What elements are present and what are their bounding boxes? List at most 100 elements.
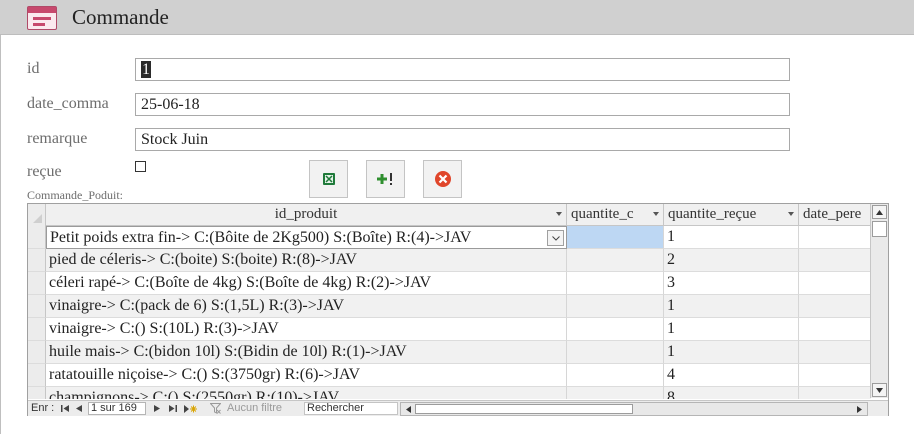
cell-quantite-commandee[interactable] <box>567 318 664 341</box>
last-record-button[interactable] <box>166 402 179 415</box>
table-row[interactable]: champignons-> C:() S:(2550gr) R:(10)->JA… <box>28 387 871 399</box>
vertical-scrollbar[interactable] <box>870 204 888 398</box>
cell-quantite-recue[interactable]: 1 <box>664 295 799 318</box>
panel-border <box>0 35 1 434</box>
cell-id-produit[interactable]: Petit poids extra fin-> C:(Bôite de 2Kg5… <box>46 226 567 249</box>
cell-id-produit[interactable]: vinaigre-> C:(pack de 6) S:(1,5L) R:(3)-… <box>46 295 567 318</box>
cell-date[interactable] <box>799 226 871 249</box>
table-row[interactable]: vinaigre-> C:() S:(10L) R:(3)->JAV 1 <box>28 318 871 341</box>
table-row[interactable]: huile mais-> C:(bidon 10l) S:(Bidin de 1… <box>28 341 871 364</box>
date-commande-field[interactable]: 25-06-18 <box>135 93 790 116</box>
cell-date[interactable] <box>799 364 871 387</box>
cell-date[interactable] <box>799 318 871 341</box>
record-selector[interactable] <box>28 249 46 272</box>
cell-quantite-recue[interactable]: 1 <box>664 318 799 341</box>
record-selector[interactable] <box>28 318 46 341</box>
scroll-thumb[interactable] <box>415 404 633 414</box>
cell-quantite-commandee[interactable] <box>567 341 664 364</box>
remarque-field[interactable]: Stock Juin <box>135 128 790 151</box>
column-header-label: id_produit <box>274 206 338 222</box>
arrow-up-icon <box>876 209 883 215</box>
column-header-quantite-recue[interactable]: quantite_reçue <box>664 204 799 226</box>
new-record-icon <box>183 404 197 413</box>
cell-quantite-commandee[interactable] <box>567 272 664 295</box>
cell-text: Petit poids extra fin-> C:(Bôite de 2Kg5… <box>50 229 472 246</box>
cell-id-produit[interactable]: céleri rapé-> C:(Boîte de 4kg) S:(Boîte … <box>46 272 567 295</box>
cell-quantite-commandee[interactable] <box>567 295 664 318</box>
column-header-label: quantite_c <box>571 206 634 222</box>
cell-quantite-recue[interactable]: 1 <box>664 341 799 364</box>
scroll-thumb[interactable] <box>872 221 887 237</box>
delete-record-button[interactable] <box>423 160 462 198</box>
scroll-up-button[interactable] <box>872 205 887 219</box>
cell-quantite-commandee[interactable] <box>567 226 664 249</box>
first-record-icon <box>60 405 69 412</box>
recue-checkbox[interactable] <box>135 161 146 172</box>
record-selector[interactable] <box>28 295 46 318</box>
previous-record-button[interactable] <box>72 402 85 415</box>
cell-date[interactable] <box>799 249 871 272</box>
scroll-right-button[interactable] <box>853 403 866 415</box>
cell-quantite-recue[interactable]: 4 <box>664 364 799 387</box>
remarque-label: remarque <box>27 130 88 147</box>
new-record-button[interactable] <box>182 402 198 415</box>
chevron-down-icon <box>551 235 560 241</box>
cell-date[interactable] <box>799 341 871 364</box>
recue-label: reçue <box>27 163 62 180</box>
scroll-down-button[interactable] <box>872 383 887 397</box>
chevron-down-icon[interactable] <box>556 212 562 216</box>
record-selector[interactable] <box>28 272 46 295</box>
combo-dropdown-button[interactable] <box>547 230 564 246</box>
chevron-down-icon[interactable] <box>653 212 659 216</box>
id-value: 1 <box>141 61 151 78</box>
cell-quantite-commandee[interactable] <box>567 387 664 399</box>
record-selector[interactable] <box>28 226 46 249</box>
horizontal-scrollbar[interactable] <box>400 402 868 416</box>
cell-quantite-commandee[interactable] <box>567 364 664 387</box>
first-record-button[interactable] <box>58 402 71 415</box>
current-record-field[interactable]: 1 sur 169 <box>88 402 146 415</box>
arrow-left-icon <box>406 405 411 413</box>
table-row[interactable]: Petit poids extra fin-> C:(Bôite de 2Kg5… <box>28 226 871 249</box>
id-label: id <box>27 60 40 77</box>
cell-quantite-recue[interactable]: 3 <box>664 272 799 295</box>
add-icon <box>376 173 392 185</box>
form-icon <box>27 6 57 30</box>
record-selector[interactable] <box>28 387 46 399</box>
table-row[interactable]: ratatouille niçoise-> C:() S:(3750gr) R:… <box>28 364 871 387</box>
cell-quantite-recue[interactable]: 2 <box>664 249 799 272</box>
select-all-corner[interactable] <box>28 204 46 226</box>
record-navigation-bar: Enr : 1 sur 169 Aucun filtre Rechercher <box>28 400 888 416</box>
search-input[interactable]: Rechercher <box>304 402 398 415</box>
column-header-id-produit[interactable]: id_produit <box>46 204 567 226</box>
cell-date[interactable] <box>799 295 871 318</box>
table-row[interactable]: pied de céleris-> C:(boite) S:(boite) R:… <box>28 249 871 272</box>
cell-date[interactable] <box>799 387 871 399</box>
record-selector[interactable] <box>28 364 46 387</box>
chevron-down-icon[interactable] <box>788 212 794 216</box>
cell-id-produit[interactable]: vinaigre-> C:() S:(10L) R:(3)->JAV <box>46 318 567 341</box>
arrow-right-icon <box>857 405 862 413</box>
cell-quantite-recue[interactable]: 8 <box>664 387 799 399</box>
filter-status[interactable]: Aucun filtre <box>227 402 282 414</box>
export-excel-button[interactable] <box>309 160 348 198</box>
scroll-left-button[interactable] <box>402 403 415 415</box>
record-selector[interactable] <box>28 341 46 364</box>
cell-id-produit[interactable]: ratatouille niçoise-> C:() S:(3750gr) R:… <box>46 364 567 387</box>
next-record-button[interactable] <box>150 402 163 415</box>
form-title: Commande <box>72 5 169 29</box>
add-record-button[interactable] <box>366 160 405 198</box>
cell-date[interactable] <box>799 272 871 295</box>
column-header-label: quantite_reçue <box>668 206 757 222</box>
table-row[interactable]: vinaigre-> C:(pack de 6) S:(1,5L) R:(3)-… <box>28 295 871 318</box>
cell-quantite-recue[interactable]: 1 <box>664 226 799 249</box>
record-label: Enr : <box>31 402 55 414</box>
column-header-quantite-commandee[interactable]: quantite_c <box>567 204 664 226</box>
cell-id-produit[interactable]: champignons-> C:() S:(2550gr) R:(10)->JA… <box>46 387 567 399</box>
cell-id-produit[interactable]: huile mais-> C:(bidon 10l) S:(Bidin de 1… <box>46 341 567 364</box>
table-row[interactable]: céleri rapé-> C:(Boîte de 4kg) S:(Boîte … <box>28 272 871 295</box>
column-header-date[interactable]: date_pere <box>799 204 871 226</box>
cell-id-produit[interactable]: pied de céleris-> C:(boite) S:(boite) R:… <box>46 249 567 272</box>
cell-quantite-commandee[interactable] <box>567 249 664 272</box>
id-field[interactable]: 1 <box>135 58 790 81</box>
